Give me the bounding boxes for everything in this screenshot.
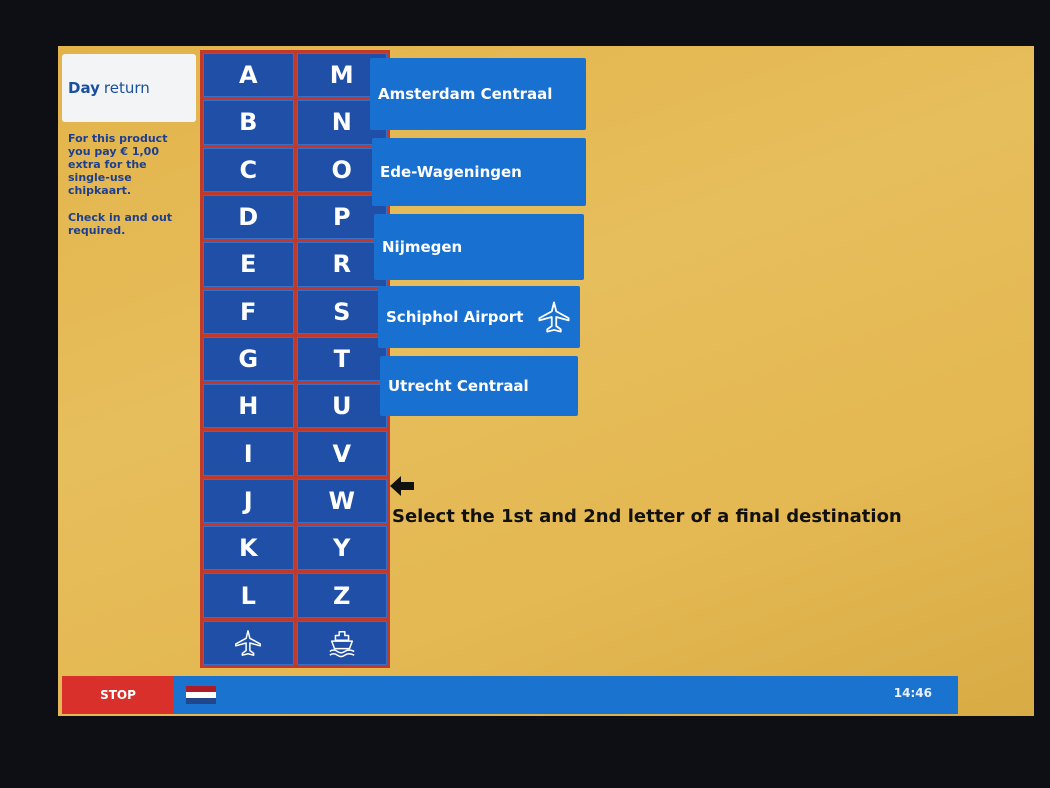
product-info-checkin: Check in and out required.: [68, 211, 173, 237]
letter-key-w[interactable]: W: [296, 478, 387, 524]
letter-key-k[interactable]: K: [203, 526, 294, 571]
letter-keyboard: A M B N C O D P E R F S G T H U I V J W …: [200, 50, 390, 668]
product-tab-label-day: Day: [68, 79, 100, 97]
product-info-surcharge: For this product you pay € 1,00 extra fo…: [68, 132, 168, 197]
dutch-flag-icon[interactable]: [186, 686, 216, 704]
airplane-icon: [538, 301, 570, 333]
destination-utrecht-centraal[interactable]: Utrecht Centraal: [380, 356, 578, 416]
destination-label: Nijmegen: [382, 238, 463, 256]
destination-schiphol-airport[interactable]: Schiphol Airport: [378, 286, 580, 348]
clock: 14:46: [893, 686, 932, 700]
arrow-left-icon: [390, 476, 414, 496]
letter-key-f[interactable]: F: [203, 289, 294, 334]
letter-key-i[interactable]: I: [203, 431, 294, 476]
letter-key-u[interactable]: U: [296, 384, 387, 429]
destination-amsterdam-centraal[interactable]: Amsterdam Centraal: [370, 58, 586, 130]
letter-key-c[interactable]: C: [203, 147, 294, 192]
destination-label: Amsterdam Centraal: [378, 85, 553, 103]
ferry-key[interactable]: [296, 620, 387, 665]
letter-key-b[interactable]: B: [203, 100, 294, 145]
letter-key-z[interactable]: Z: [296, 573, 387, 618]
ferry-icon: [329, 630, 355, 658]
product-tab-day-return[interactable]: Day return: [62, 54, 196, 122]
letter-key-g[interactable]: G: [203, 336, 294, 382]
letter-key-j[interactable]: J: [203, 478, 294, 524]
letter-key-h[interactable]: H: [203, 384, 294, 429]
destination-label: Schiphol Airport: [386, 308, 524, 326]
letter-key-s[interactable]: S: [296, 289, 387, 334]
airport-key[interactable]: [203, 620, 294, 665]
product-tab-label-return: return: [103, 79, 150, 97]
destination-ede-wageningen[interactable]: Ede-Wageningen: [372, 138, 586, 206]
letter-key-d[interactable]: D: [203, 194, 294, 240]
stop-button[interactable]: STOP: [62, 676, 174, 714]
letter-key-t[interactable]: T: [296, 336, 387, 382]
letter-key-y[interactable]: Y: [296, 526, 387, 571]
letter-key-l[interactable]: L: [203, 573, 294, 618]
footer-bar: STOP 14:46: [62, 676, 958, 714]
letter-key-e[interactable]: E: [203, 242, 294, 287]
destination-nijmegen[interactable]: Nijmegen: [374, 214, 584, 280]
product-info: For this product you pay € 1,00 extra fo…: [68, 132, 188, 251]
letter-key-v[interactable]: V: [296, 431, 387, 476]
destination-label: Utrecht Centraal: [388, 377, 529, 395]
kiosk-screen: Day return For this product you pay € 1,…: [58, 46, 1034, 716]
airplane-icon: [235, 629, 262, 656]
destination-label: Ede-Wageningen: [380, 163, 522, 181]
instruction-text: Select the 1st and 2nd letter of a final…: [392, 506, 902, 527]
letter-key-a[interactable]: A: [203, 53, 294, 98]
